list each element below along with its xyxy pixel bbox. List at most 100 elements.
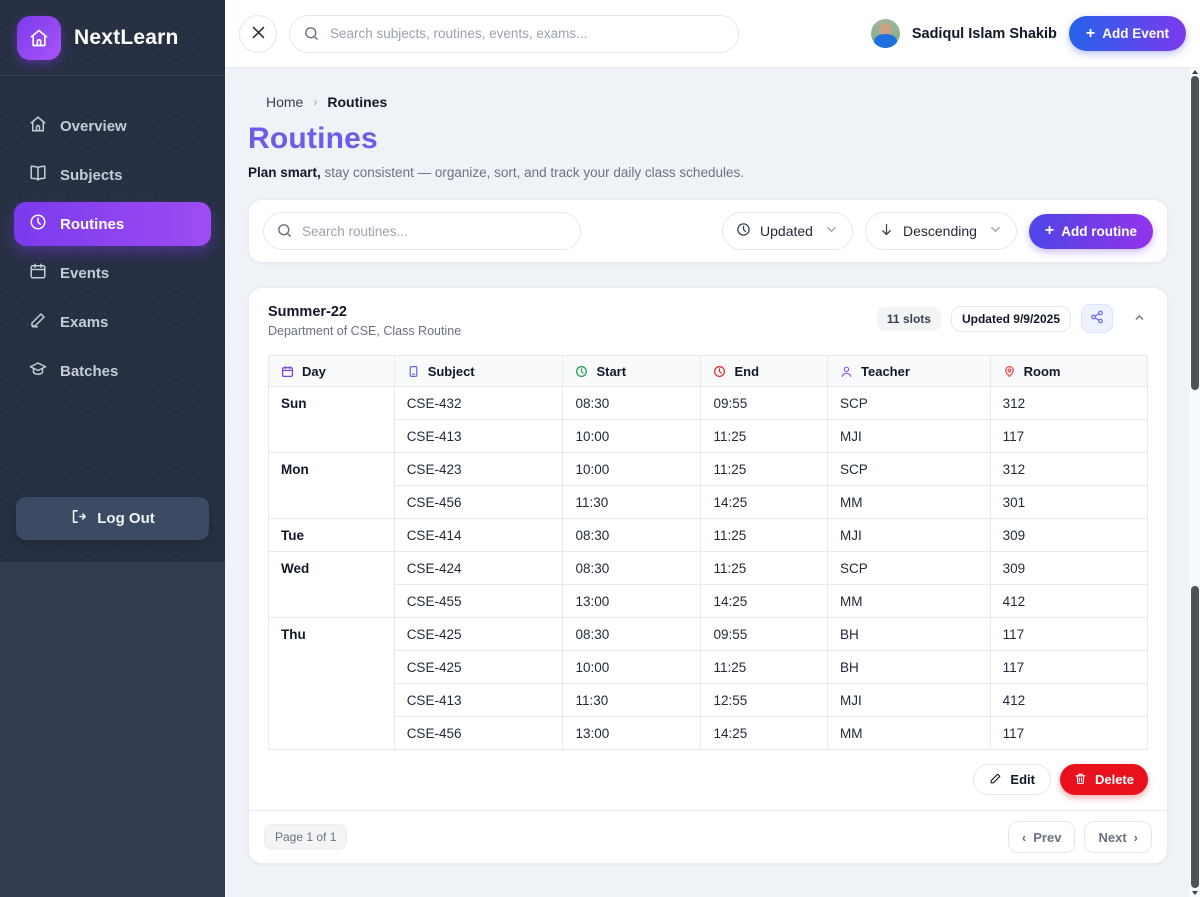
column-label: Start (596, 364, 626, 379)
sidebar-item-events[interactable]: Events (14, 251, 211, 295)
sidebar-item-label: Subjects (60, 167, 123, 184)
column-label: Room (1024, 364, 1061, 379)
teacher-cell: SCP (828, 453, 991, 486)
breadcrumb-current: Routines (327, 94, 387, 110)
collapse-button[interactable] (1131, 309, 1148, 329)
calendar-icon (281, 365, 294, 378)
next-button[interactable]: Next › (1084, 821, 1152, 853)
logout-label: Log Out (97, 510, 154, 527)
teacher-cell: SCP (828, 552, 991, 585)
chevron-right-icon: › (1134, 830, 1138, 845)
routine-card: Summer-22 Department of CSE, Class Routi… (248, 287, 1168, 864)
column-header-room: Room (990, 356, 1147, 387)
clock-icon (575, 365, 588, 378)
end-cell: 11:25 (701, 453, 828, 486)
scrollbar-thumb[interactable] (1191, 586, 1199, 888)
chevron-up-icon (1133, 311, 1146, 327)
page-status: Page 1 of 1 (264, 824, 347, 850)
room-cell: 117 (990, 618, 1147, 651)
room-cell: 312 (990, 387, 1147, 420)
prev-button[interactable]: ‹ Prev (1008, 821, 1076, 853)
routine-table-head: DaySubjectStartEndTeacherRoom (269, 356, 1148, 387)
delete-label: Delete (1095, 772, 1134, 787)
app-window: NextLearn Overview Subjects Routines E (0, 0, 1200, 897)
sort-direction-value: Descending (903, 223, 977, 239)
table-row: CSE-45613:0014:25MM117 (269, 717, 1148, 750)
sidebar-item-subjects[interactable]: Subjects (14, 153, 211, 197)
user-avatar[interactable] (871, 19, 900, 48)
add-event-button[interactable]: + Add Event (1069, 16, 1186, 51)
sidebar-item-overview[interactable]: Overview (14, 104, 211, 148)
pagination: Page 1 of 1 ‹ Prev Next › (249, 810, 1167, 863)
trash-icon (1074, 772, 1087, 788)
table-row: CSE-42510:0011:25BH117 (269, 651, 1148, 684)
table-row: CSE-45513:0014:25MM412 (269, 585, 1148, 618)
subject-cell: CSE-456 (394, 486, 563, 519)
chevron-right-icon: › (313, 95, 317, 109)
delete-button[interactable]: Delete (1060, 764, 1148, 795)
day-cell: Thu (269, 618, 395, 750)
room-cell: 117 (990, 420, 1147, 453)
add-event-label: Add Event (1102, 26, 1169, 41)
add-routine-button[interactable]: + Add routine (1029, 214, 1153, 249)
vertical-scrollbar[interactable] (1190, 68, 1200, 897)
prev-label: Prev (1033, 830, 1061, 845)
sidebar-item-exams[interactable]: Exams (14, 300, 211, 344)
share-button[interactable] (1081, 304, 1113, 333)
subject-cell: CSE-423 (394, 453, 563, 486)
end-cell: 11:25 (701, 651, 828, 684)
teacher-cell: MM (828, 585, 991, 618)
sidebar-item-label: Events (60, 265, 109, 282)
end-cell: 12:55 (701, 684, 828, 717)
routine-search (263, 212, 581, 250)
sort-field-value: Updated (760, 223, 813, 239)
table-row: CSE-45611:3014:25MM301 (269, 486, 1148, 519)
close-button[interactable] (239, 15, 277, 53)
page-subtitle-bold: Plan smart, (248, 165, 321, 180)
room-cell: 309 (990, 519, 1147, 552)
breadcrumb: Home › Routines (248, 94, 1168, 110)
end-cell: 11:25 (701, 519, 828, 552)
scroll-down-arrow-icon[interactable] (1192, 891, 1198, 895)
filter-controls: Updated Descending + Add routine (722, 212, 1153, 250)
column-label: End (734, 364, 759, 379)
scroll-up-arrow-icon[interactable] (1192, 70, 1198, 74)
table-row: CSE-41310:0011:25MJI117 (269, 420, 1148, 453)
start-cell: 08:30 (563, 618, 701, 651)
routine-table-body: SunCSE-43208:3009:55SCP312CSE-41310:0011… (269, 387, 1148, 750)
logout-button[interactable]: Log Out (16, 497, 209, 540)
sort-direction-select[interactable]: Descending (865, 212, 1017, 250)
room-cell: 309 (990, 552, 1147, 585)
routine-title: Summer-22 (268, 304, 461, 320)
room-cell: 412 (990, 684, 1147, 717)
global-search-input[interactable] (289, 15, 739, 53)
scrollbar-thumb[interactable] (1191, 76, 1199, 390)
end-cell: 14:25 (701, 717, 828, 750)
day-cell: Sun (269, 387, 395, 453)
edit-button[interactable]: Edit (973, 764, 1051, 795)
home-logo-icon (17, 16, 61, 60)
start-cell: 13:00 (563, 717, 701, 750)
chevron-left-icon: ‹ (1022, 830, 1026, 845)
room-cell: 117 (990, 651, 1147, 684)
app-logo: NextLearn (0, 0, 225, 76)
start-cell: 10:00 (563, 453, 701, 486)
column-label: Teacher (861, 364, 910, 379)
routine-table: DaySubjectStartEndTeacherRoom SunCSE-432… (268, 355, 1148, 750)
routine-section: Summer-22 Department of CSE, Class Routi… (249, 288, 1167, 810)
sidebar-item-batches[interactable]: Batches (14, 349, 211, 393)
sidebar-item-label: Routines (60, 216, 124, 233)
subject-cell: CSE-432 (394, 387, 563, 420)
page-subtitle-rest: stay consistent — organize, sort, and tr… (321, 165, 744, 180)
room-cell: 312 (990, 453, 1147, 486)
column-header-subject: Subject (394, 356, 563, 387)
user-name: Sadiqul Islam Shakib (912, 26, 1057, 42)
sidebar-item-label: Exams (60, 314, 108, 331)
sidebar-item-routines[interactable]: Routines (14, 202, 211, 246)
start-cell: 13:00 (563, 585, 701, 618)
sort-field-select[interactable]: Updated (722, 212, 853, 250)
breadcrumb-home[interactable]: Home (266, 94, 303, 110)
teacher-cell: MM (828, 717, 991, 750)
routine-search-input[interactable] (263, 212, 581, 250)
topbar: Sadiqul Islam Shakib + Add Event (225, 0, 1200, 68)
